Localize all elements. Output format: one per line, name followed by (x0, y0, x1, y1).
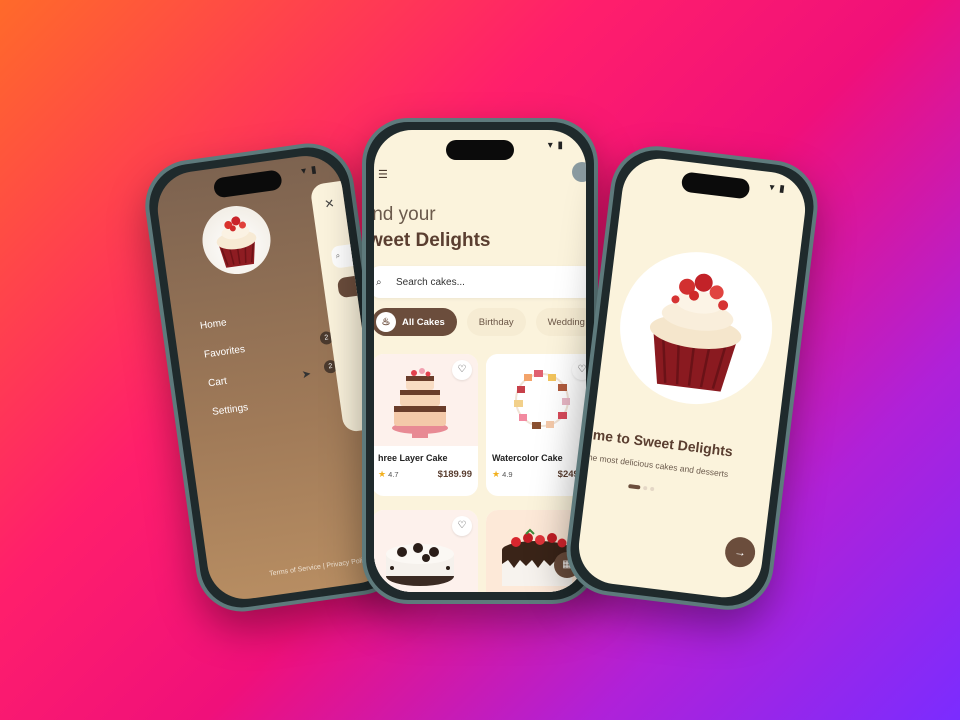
dynamic-island (680, 171, 751, 200)
three-layer-cake-image: ♡ (374, 354, 478, 446)
product-name: hree Layer Cake (378, 453, 448, 463)
category-chips: ♨ All Cakes Birthday Wedding (374, 308, 586, 336)
chip-label: Wedding (547, 316, 585, 328)
dynamic-island (212, 169, 283, 199)
search-icon: ⌕ (376, 276, 382, 288)
profile-avatar[interactable] (572, 162, 586, 182)
chip-label: Birthday (478, 316, 514, 328)
onboarding-screen: ▾ ▮ ome to Sweet Delights the most delic… (574, 154, 810, 602)
chip-wedding[interactable]: Wedding (535, 308, 586, 336)
drawer-footer[interactable]: Terms of Service | Privacy Policy (269, 557, 370, 578)
greeting-line-2: weet Delights (374, 230, 491, 251)
search-bar: ⌕ (374, 266, 586, 298)
heart-icon[interactable]: ♡ (452, 516, 472, 536)
hero-cupcake-image (611, 243, 781, 413)
page-dot-active (628, 484, 641, 490)
status-icons: ▾ ▮ (547, 140, 564, 151)
watercolor-cake-image: ♡ (486, 354, 586, 446)
heart-icon[interactable]: ♡ (572, 360, 586, 380)
page-dot (649, 486, 655, 492)
mouse-cursor-icon: ➤ (301, 368, 312, 382)
chip-birthday[interactable]: Birthday (466, 308, 526, 336)
page-indicator (628, 484, 655, 492)
product-price: $189.99 (437, 469, 472, 480)
cookies-cream-cake-image: ♡ (374, 510, 478, 592)
search-input[interactable] (396, 276, 576, 288)
star-icon: ★ (378, 469, 387, 479)
product-meta: ★ 4.7 $189.99 (374, 463, 478, 480)
cake-icon: ♨ (376, 312, 396, 332)
product-card-watercolor[interactable]: ♡ Watercolor Cake ★ 4.9 $249.99 (486, 354, 586, 496)
product-card-cookies-cream[interactable]: ♡ (374, 510, 478, 592)
greeting-line-1: ind your (374, 204, 436, 225)
cupcake-avatar (198, 201, 275, 279)
product-rating: ★ 4.7 (378, 469, 399, 479)
menu-icon[interactable]: ☰ (378, 168, 388, 181)
dynamic-island (446, 140, 514, 160)
arrow-right-icon[interactable]: → (723, 535, 757, 569)
product-rating: ★ 4.9 (492, 469, 513, 479)
product-meta: ★ 4.9 $249.99 (486, 463, 586, 480)
home-screen: ▾ ▮ ☰ ind your weet Delights ⌕ ♨ All Cak… (374, 130, 586, 592)
status-icons: ▾ ▮ (768, 182, 787, 195)
page-dot (643, 485, 648, 491)
phone-home-screen: ▾ ▮ ☰ ind your weet Delights ⌕ ♨ All Cak… (362, 118, 598, 604)
chip-label: All Cakes (402, 316, 445, 328)
product-name: Watercolor Cake (492, 453, 563, 463)
search-icon[interactable]: ⌕ (330, 242, 364, 269)
product-card-three-layer[interactable]: ♡ hree Layer Cake ★ 4.7 $189.99 (374, 354, 478, 496)
close-icon[interactable]: ✕ (323, 196, 335, 211)
status-icons: ▾ ▮ (300, 164, 319, 178)
chip-all-cakes[interactable]: ♨ All Cakes (374, 308, 457, 336)
star-icon: ★ (492, 469, 501, 479)
drawer-menu: Home Favorites 2 Cart 2 Settings (198, 294, 343, 427)
heart-icon[interactable]: ♡ (452, 360, 472, 380)
